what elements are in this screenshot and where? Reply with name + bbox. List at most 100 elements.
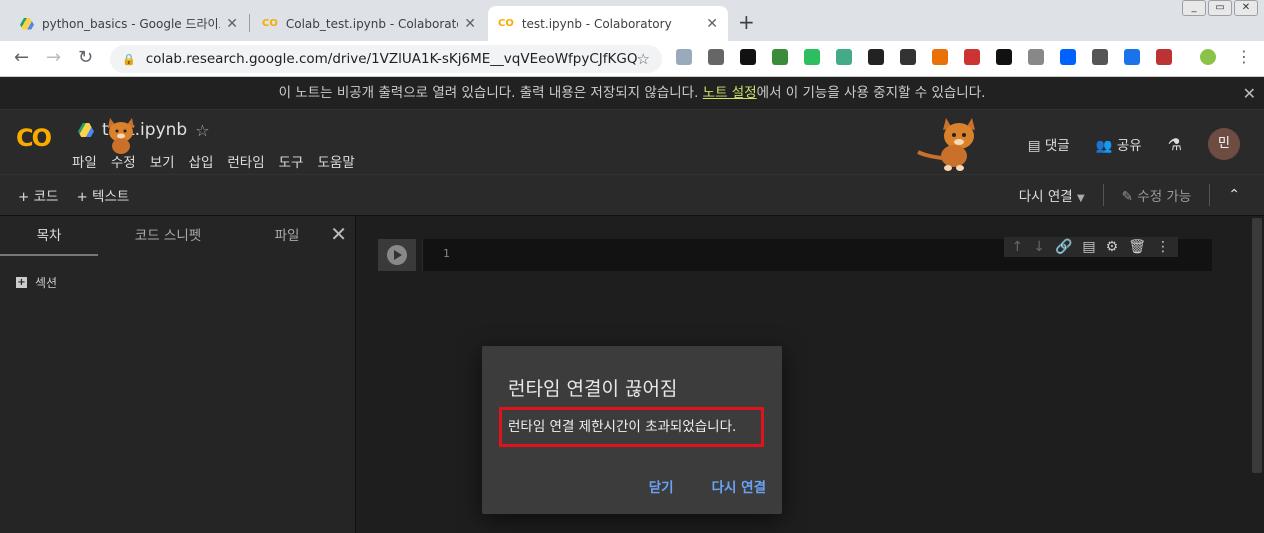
menu-runtime[interactable]: 런타임 xyxy=(227,151,264,171)
run-cell-button[interactable] xyxy=(378,239,416,271)
address-bar[interactable]: 🔒 colab.research.google.com/drive/1VZlUA… xyxy=(110,45,662,73)
menu-insert[interactable]: 삽입 xyxy=(189,151,214,171)
cat-mascot-icon xyxy=(108,118,134,154)
tab-title: python_basics - Google 드라이브 xyxy=(42,17,221,31)
window-close-icon[interactable]: ✕ xyxy=(1234,0,1258,16)
people-icon: 👥 xyxy=(1095,138,1113,154)
tab-separator xyxy=(249,14,250,32)
google-drive-icon xyxy=(20,17,34,30)
move-up-icon[interactable]: ↑ xyxy=(1012,239,1024,255)
comments-button[interactable]: ▤ 댓글 xyxy=(1028,134,1070,154)
extension-icon[interactable] xyxy=(1124,49,1140,65)
minimize-icon[interactable]: _ xyxy=(1182,0,1206,16)
forward-arrow-icon[interactable]: → xyxy=(46,47,61,68)
flask-icon[interactable]: ⚗ xyxy=(1168,135,1182,154)
maximize-icon[interactable]: ▭ xyxy=(1208,0,1232,16)
dialog-actions: 닫기 다시 연결 xyxy=(649,476,766,496)
close-button[interactable]: 닫기 xyxy=(649,476,674,496)
profile-icon[interactable] xyxy=(1200,49,1216,65)
tab-python-basics[interactable]: python_basics - Google 드라이브 ✕ xyxy=(10,6,248,41)
trash-icon[interactable]: 🗑 xyxy=(1128,239,1146,255)
google-drive-icon xyxy=(78,123,94,137)
reload-icon[interactable]: ↻ xyxy=(78,47,93,68)
cat-mascot-icon xyxy=(917,118,975,171)
move-down-icon[interactable]: ↓ xyxy=(1033,239,1045,255)
reply-arrow-icon[interactable] xyxy=(868,49,884,65)
close-icon[interactable]: ✕ xyxy=(330,222,347,246)
colab-icon: CO xyxy=(262,18,278,29)
browser-tabbar: python_basics - Google 드라이브 ✕ CO Colab_t… xyxy=(0,0,1264,41)
extension-icon[interactable] xyxy=(708,49,724,65)
share-label: 공유 xyxy=(1116,138,1142,154)
bookmark-star-icon[interactable]: ☆ xyxy=(637,50,650,68)
add-code-button[interactable]: + 코드 xyxy=(18,185,58,205)
extension-icon[interactable] xyxy=(772,49,788,65)
close-icon[interactable]: ✕ xyxy=(226,16,238,32)
close-icon[interactable]: ✕ xyxy=(1243,77,1256,110)
runtime-disconnected-dialog: 런타임 연결이 끊어짐 런타임 연결 제한시간이 초과되었습니다. 닫기 다시 … xyxy=(482,346,782,514)
gear-icon[interactable]: ⚙ xyxy=(1106,239,1119,255)
colab-header: CO test.ipynb ☆ 파일 수정 보기 삽입 런타임 도구 도움말 ▤… xyxy=(0,110,1264,174)
menu-edit[interactable]: 수정 xyxy=(111,151,136,171)
colab-icon: CO xyxy=(498,18,514,29)
comment-icon[interactable]: ▤ xyxy=(1082,239,1095,255)
menu-bar: 파일 수정 보기 삽입 런타임 도구 도움말 xyxy=(72,151,355,171)
menu-view[interactable]: 보기 xyxy=(150,151,175,171)
close-icon[interactable]: ✕ xyxy=(706,16,718,32)
pdf-icon[interactable] xyxy=(1156,49,1172,65)
collapse-header-icon[interactable]: ⌃ xyxy=(1228,187,1240,203)
pencil-icon: ✎ xyxy=(1121,189,1133,205)
camera-icon[interactable] xyxy=(1092,49,1108,65)
chrome-menu-icon[interactable]: ⋮ xyxy=(1236,47,1252,66)
tab-files[interactable]: 파일 xyxy=(238,216,336,256)
dialog-message: 런타임 연결 제한시간이 초과되었습니다. xyxy=(499,407,764,447)
menu-tools[interactable]: 도구 xyxy=(279,151,304,171)
extension-icon[interactable] xyxy=(836,49,852,65)
back-arrow-icon[interactable]: ← xyxy=(14,47,29,68)
section-label: 섹션 xyxy=(35,276,58,290)
tab-title: test.ipynb - Colaboratory xyxy=(521,16,672,31)
tab-title: Colab_test.ipynb - Colaboratory xyxy=(285,16,459,31)
header-actions: ▤ 댓글 👥 공유 ⚗ 민 xyxy=(1028,128,1240,160)
sidebar-tabs: 목차 코드 스니펫 파일 xyxy=(0,216,355,256)
cell-toolbar: + 코드 + 텍스트 다시 연결 ▼ ✎ 수정 가능 ⌃ xyxy=(0,174,1264,216)
notice-text-before: 이 노트는 비공개 출력으로 열려 있습니다. 출력 내용은 저장되지 않습니다… xyxy=(278,85,703,101)
reconnect-button[interactable]: 다시 연결 ▼ xyxy=(1019,185,1085,205)
link-icon[interactable]: 🔗 xyxy=(1055,239,1072,255)
scrollbar[interactable] xyxy=(1252,218,1262,473)
close-icon[interactable]: ✕ xyxy=(464,16,476,32)
menu-help[interactable]: 도움말 xyxy=(317,151,354,171)
tab-table-of-contents[interactable]: 목차 xyxy=(0,216,98,256)
line-number: 1 xyxy=(443,247,450,260)
extension-icon[interactable] xyxy=(1028,49,1044,65)
dropbox-icon[interactable] xyxy=(1060,49,1076,65)
evernote-icon[interactable] xyxy=(804,49,820,65)
comments-label: 댓글 xyxy=(1044,138,1070,154)
extension-icon[interactable] xyxy=(932,49,948,65)
edit-mode-label: 수정 가능 xyxy=(1137,189,1192,205)
new-tab-button[interactable]: + xyxy=(738,10,755,34)
reconnect-dialog-button[interactable]: 다시 연결 xyxy=(712,476,766,496)
notebook-settings-link[interactable]: 노트 설정 xyxy=(703,85,757,101)
eye-icon[interactable] xyxy=(740,49,756,65)
url-text: colab.research.google.com/drive/1VZlUA1K… xyxy=(145,51,637,67)
star-icon[interactable]: ☆ xyxy=(195,121,209,140)
cell-actions: ↑ ↓ 🔗 ▤ ⚙ 🗑 ⋮ xyxy=(1003,237,1178,257)
add-section-button[interactable]: + 섹션 xyxy=(16,274,57,291)
menu-file[interactable]: 파일 xyxy=(72,151,97,171)
tab-code-snippets[interactable]: 코드 스니펫 xyxy=(98,216,238,256)
share-button[interactable]: 👥 공유 xyxy=(1096,134,1142,154)
divider xyxy=(1209,184,1211,206)
avatar[interactable]: 민 xyxy=(1208,128,1240,160)
add-text-button[interactable]: + 텍스트 xyxy=(76,185,129,205)
tab-colab-test[interactable]: CO Colab_test.ipynb - Colaboratory ✕ xyxy=(252,6,486,41)
plus-box-icon: + xyxy=(16,277,27,288)
notion-icon[interactable] xyxy=(996,49,1012,65)
extension-icon[interactable] xyxy=(900,49,916,65)
extension-icon[interactable] xyxy=(964,49,980,65)
more-vert-icon[interactable]: ⋮ xyxy=(1156,239,1170,255)
colab-logo[interactable]: CO xyxy=(16,124,52,152)
edit-mode-button[interactable]: ✎ 수정 가능 xyxy=(1122,185,1192,205)
extension-icon[interactable] xyxy=(676,49,692,65)
tab-test-ipynb[interactable]: CO test.ipynb - Colaboratory ✕ xyxy=(488,6,728,41)
